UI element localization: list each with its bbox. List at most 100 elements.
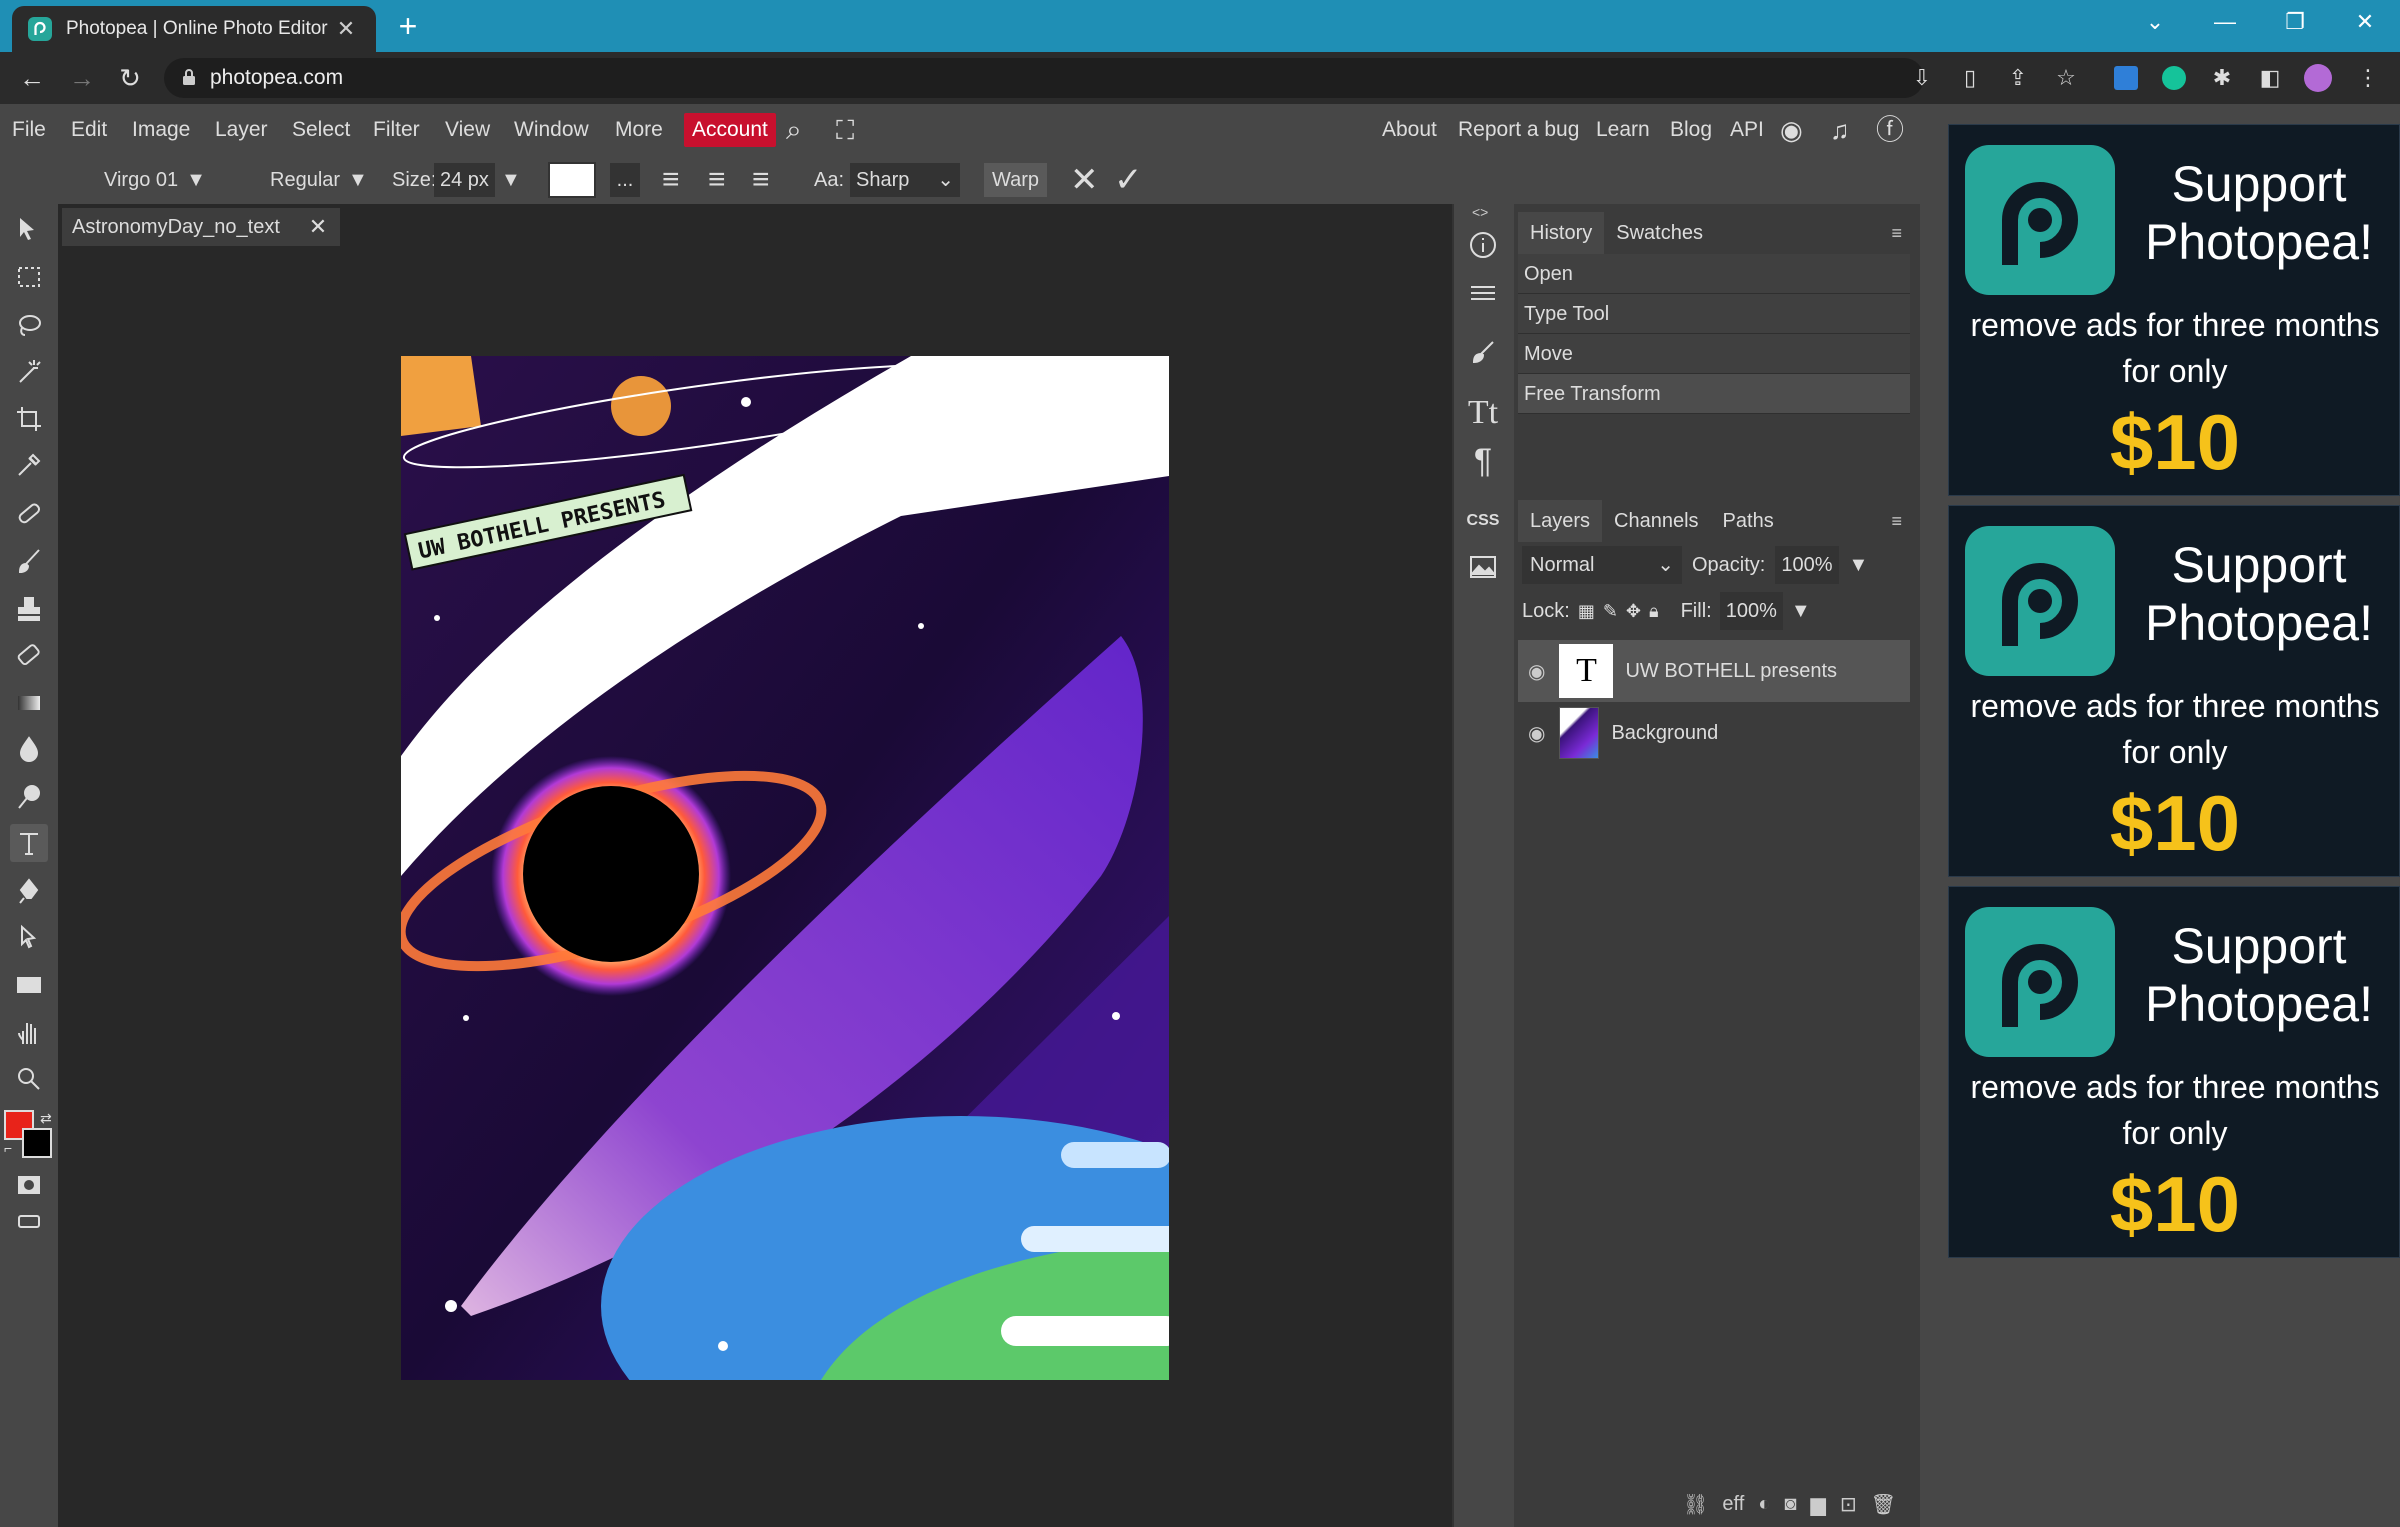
- menu-more[interactable]: More: [615, 104, 663, 156]
- swap-colors-icon[interactable]: ⇄: [40, 1110, 52, 1127]
- menu-image[interactable]: Image: [132, 104, 190, 156]
- support-ad-banner[interactable]: Support Photopea! remove ads for three m…: [1948, 124, 2400, 496]
- delete-layer-trash-icon[interactable]: 🗑︎: [1871, 1492, 1896, 1517]
- tab-swatches[interactable]: Swatches: [1604, 212, 1715, 254]
- info-icon[interactable]: [1462, 224, 1504, 266]
- layer-mask-icon[interactable]: ◙: [1784, 1493, 1796, 1516]
- lock-pixels-icon[interactable]: ✎: [1603, 601, 1618, 622]
- new-tab-icon[interactable]: +: [390, 8, 426, 44]
- layer-row[interactable]: ◉ Background: [1518, 702, 1910, 764]
- document-canvas[interactable]: UW BOTHELL PRESENTS: [401, 356, 1169, 1380]
- dodge-tool-icon[interactable]: [10, 778, 48, 816]
- browser-tab[interactable]: Photopea | Online Photo Editor ✕: [12, 6, 376, 52]
- opacity-dropdown-icon[interactable]: ▼: [1849, 554, 1869, 577]
- tab-channels[interactable]: Channels: [1602, 500, 1711, 542]
- lock-transparency-icon[interactable]: ▦: [1578, 601, 1595, 622]
- rectangle-tool-icon[interactable]: [10, 966, 48, 1004]
- share-icon[interactable]: ⇪: [2002, 62, 2034, 94]
- panel-menu-icon[interactable]: ≡: [1891, 511, 1910, 532]
- more-options-button[interactable]: ...: [610, 163, 640, 197]
- brush-tool-icon[interactable]: [10, 542, 48, 580]
- document-tab[interactable]: AstronomyDay_no_text ✕: [62, 208, 340, 246]
- tab-history[interactable]: History: [1518, 212, 1605, 254]
- extension-blue-icon[interactable]: [2110, 62, 2142, 94]
- font-style-select[interactable]: Regular ▼: [270, 156, 368, 204]
- font-size-value[interactable]: 24 px: [434, 163, 495, 197]
- healing-brush-tool-icon[interactable]: [10, 494, 48, 532]
- css-icon[interactable]: CSS: [1462, 500, 1504, 542]
- restore-icon[interactable]: ❐: [2260, 0, 2330, 44]
- eraser-tool-icon[interactable]: [10, 636, 48, 674]
- menu-select[interactable]: Select: [292, 104, 350, 156]
- tab-paths[interactable]: Paths: [1711, 500, 1786, 542]
- history-item[interactable]: Open: [1518, 254, 1910, 294]
- lasso-tool-icon[interactable]: [10, 306, 48, 344]
- magic-wand-tool-icon[interactable]: [10, 352, 48, 390]
- page-icon[interactable]: ▯: [1954, 62, 1986, 94]
- fill-dropdown-icon[interactable]: ▼: [1791, 600, 1811, 623]
- grammarly-icon[interactable]: [2158, 62, 2190, 94]
- link-layers-icon[interactable]: ⛓: [1683, 1492, 1708, 1517]
- menu-edit[interactable]: Edit: [71, 104, 107, 156]
- clone-stamp-tool-icon[interactable]: [10, 590, 48, 628]
- image-icon[interactable]: [1462, 546, 1504, 588]
- close-tab-icon[interactable]: ✕: [332, 16, 360, 42]
- extensions-puzzle-icon[interactable]: ✱: [2206, 62, 2238, 94]
- menu-window[interactable]: Window: [514, 104, 589, 156]
- menu-view[interactable]: View: [445, 104, 490, 156]
- adjustment-layer-icon[interactable]: ◐: [1758, 1493, 1770, 1516]
- menu-about[interactable]: About: [1382, 104, 1437, 156]
- new-layer-icon[interactable]: ⊡: [1840, 1492, 1857, 1517]
- blur-drop-tool-icon[interactable]: [10, 730, 48, 768]
- reload-icon[interactable]: ↻: [110, 60, 150, 96]
- antialias-select[interactable]: Sharp ⌄: [850, 163, 960, 197]
- close-window-icon[interactable]: ✕: [2330, 0, 2400, 44]
- text-color-swatch[interactable]: [548, 162, 596, 198]
- layer-effects-button[interactable]: eff: [1722, 1493, 1744, 1516]
- tab-search-icon[interactable]: ⌄: [2120, 0, 2190, 44]
- type-tool-icon[interactable]: [10, 824, 48, 862]
- menu-report-bug[interactable]: Report a bug: [1458, 104, 1579, 156]
- pen-tool-icon[interactable]: [10, 872, 48, 910]
- paragraph-icon[interactable]: ¶: [1462, 440, 1504, 482]
- account-button[interactable]: Account: [684, 113, 776, 147]
- zoom-tool-icon[interactable]: [10, 1060, 48, 1098]
- side-panel-icon[interactable]: ◧: [2254, 62, 2286, 94]
- visibility-eye-icon[interactable]: ◉: [1528, 721, 1545, 746]
- profile-avatar[interactable]: [2302, 62, 2334, 94]
- twitter-icon[interactable]: ♫: [1830, 104, 1850, 156]
- support-ad-banner[interactable]: Support Photopea! remove ads for three m…: [1948, 886, 2400, 1258]
- visibility-eye-icon[interactable]: ◉: [1528, 659, 1545, 684]
- history-item[interactable]: Free Transform: [1518, 374, 1910, 414]
- install-icon[interactable]: ⇩: [1906, 62, 1938, 94]
- eyedropper-tool-icon[interactable]: [10, 446, 48, 484]
- align-center-icon[interactable]: ≡: [708, 156, 726, 204]
- character-icon[interactable]: Tt: [1462, 392, 1504, 434]
- marquee-tool-icon[interactable]: [10, 258, 48, 296]
- align-left-icon[interactable]: ≡: [662, 156, 680, 204]
- menu-filter[interactable]: Filter: [373, 104, 420, 156]
- adjustments-icon[interactable]: [1462, 272, 1504, 314]
- history-item[interactable]: Type Tool: [1518, 294, 1910, 334]
- menu-api[interactable]: API: [1730, 104, 1764, 156]
- hand-tool-icon[interactable]: [10, 1014, 48, 1052]
- warp-button[interactable]: Warp: [984, 163, 1048, 197]
- tab-layers[interactable]: Layers: [1518, 500, 1603, 542]
- blend-mode-select[interactable]: Normal ⌄: [1522, 546, 1682, 584]
- font-family-select[interactable]: Virgo 01 ▼: [104, 156, 206, 204]
- history-item[interactable]: Move: [1518, 334, 1910, 374]
- minimize-icon[interactable]: —: [2190, 0, 2260, 44]
- lock-all-icon[interactable]: 🔒︎: [1649, 601, 1659, 622]
- panel-menu-icon[interactable]: ≡: [1891, 223, 1910, 244]
- expand-collapse-icon[interactable]: <>: [1472, 204, 1488, 220]
- facebook-icon[interactable]: ⓕ: [1876, 104, 1904, 156]
- gradient-tool-icon[interactable]: [10, 684, 48, 722]
- chrome-menu-icon[interactable]: ⋮: [2352, 62, 2384, 94]
- menu-file[interactable]: File: [12, 104, 46, 156]
- commit-check-icon[interactable]: ✓: [1114, 156, 1143, 204]
- background-color-swatch[interactable]: [22, 1128, 52, 1158]
- reddit-icon[interactable]: ◉: [1780, 104, 1803, 156]
- search-icon[interactable]: ⌕: [786, 104, 802, 156]
- brush-settings-icon[interactable]: [1462, 332, 1504, 374]
- close-document-icon[interactable]: ✕: [306, 214, 330, 240]
